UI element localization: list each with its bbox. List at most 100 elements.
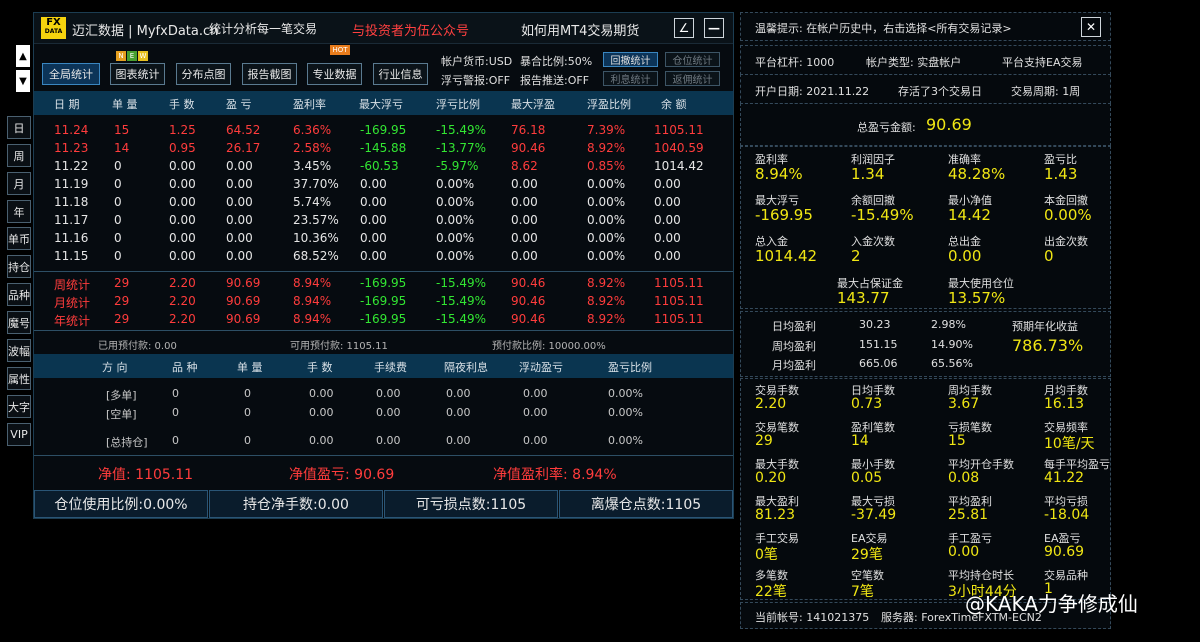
- scroll-up-arrow[interactable]: ▲: [16, 45, 30, 67]
- distribution-button[interactable]: 分布点图: [176, 63, 231, 85]
- cell-max-loss: -169.95: [360, 294, 407, 308]
- col-balance: 余 额: [661, 98, 687, 111]
- average-profit-section: 日均盈利 30.23 2.98% 周均盈利 151.15 14.90% 月均盈利…: [740, 311, 1111, 377]
- cell-pl: 0.00: [226, 249, 253, 263]
- nav-year[interactable]: 年: [7, 200, 31, 223]
- table-row[interactable]: 11.16 0 0.00 0.00 10.36% 0.00 0.00% 0.00 0.00% 0.…: [34, 229, 733, 247]
- global-stats-button[interactable]: 全局统计: [42, 63, 100, 85]
- account-summary-panel: 温馨提示: 在帐户历史中，右击选择<所有交易记录> ✕ 平台杠杆: 1000 帐…: [740, 12, 1111, 629]
- cell-rate: 5.74%: [293, 195, 332, 209]
- cell-lots: 0.00: [309, 387, 334, 400]
- cell-max-loss: 0.00: [360, 177, 387, 191]
- cell-pl: 90.69: [226, 294, 261, 308]
- table-row[interactable]: 11.18 0 0.00 0.00 5.74% 0.00 0.00% 0.00 0.00% 0.0…: [34, 193, 733, 211]
- cell-swap: 0.00: [446, 387, 471, 400]
- loss-points-box: 可亏损点数:1105: [384, 490, 558, 518]
- edit-icon[interactable]: ∠: [674, 18, 694, 38]
- position-row[interactable]: [总持仓] 0 0 0.00 0.00 0.00 0.00 0.00%: [34, 432, 733, 450]
- col-max-gain: 最大浮盈: [511, 98, 555, 111]
- cell-loss-ratio: 0.00%: [436, 177, 475, 191]
- cell-rate: 2.58%: [293, 141, 332, 155]
- net-lots-box: 持仓净手数:0.00: [209, 490, 383, 518]
- interest-stats-button[interactable]: 利息统计: [603, 71, 658, 86]
- nav-vip[interactable]: VIP: [7, 423, 31, 446]
- industry-info-button[interactable]: 行业信息: [373, 63, 428, 85]
- report-push: 报告推送:OFF: [520, 74, 590, 87]
- cell-max-gain: 90.46: [511, 294, 546, 308]
- rebate-stats-button[interactable]: 返佣统计: [665, 71, 720, 86]
- cell-balance: 1014.42: [654, 159, 704, 173]
- stat-value: 90.69: [1044, 544, 1085, 560]
- table-row[interactable]: 11.15 0 0.00 0.00 68.52% 0.00 0.00% 0.00 0.00% 0.…: [34, 247, 733, 265]
- mt4-futures-link[interactable]: 如何用MT4交易期货: [521, 20, 639, 39]
- account-info-row2: 开户日期: 2021.11.22 存活了3个交易日 交易周期: 1周: [740, 74, 1111, 104]
- chart-stats-button[interactable]: 图表统计: [110, 63, 165, 85]
- promo-link[interactable]: 与投资者为伍公众号: [352, 20, 469, 39]
- cell-gain-ratio: 0.00%: [587, 195, 626, 209]
- daily-avg-value: 30.23: [859, 318, 891, 331]
- cell-floating-pl: 0.00: [523, 387, 548, 400]
- cell-max-loss: -145.88: [360, 141, 407, 155]
- days-alive: 存活了3个交易日: [898, 85, 982, 98]
- cell-gain-ratio: 8.92%: [587, 276, 626, 290]
- nav-single-currency[interactable]: 单币: [7, 227, 31, 250]
- cell-symbol: 0: [172, 434, 179, 447]
- daily-avg-label: 日均盈利: [772, 320, 816, 333]
- cell-floating-pl: 0.00: [523, 434, 548, 447]
- nav-magic[interactable]: 魔号: [7, 311, 31, 334]
- pro-data-button[interactable]: 专业数据: [307, 63, 362, 85]
- cell-pl: 26.17: [226, 141, 261, 155]
- summary-row[interactable]: 年统计 29 2.20 90.69 8.94% -169.95 -15.49% 90.46 8.…: [34, 310, 733, 328]
- nav-attribute[interactable]: 属性: [7, 367, 31, 390]
- cell-loss-ratio: -15.49%: [436, 312, 487, 326]
- nav-range[interactable]: 波幅: [7, 339, 31, 362]
- close-icon[interactable]: ✕: [1081, 17, 1101, 37]
- table-row[interactable]: 11.19 0 0.00 0.00 37.70% 0.00 0.00% 0.00 0.00% 0.…: [34, 175, 733, 193]
- title-bar: FX DATA 迈汇数据 | MyfxData.cn 统计分析每一笔交易 与投资者…: [34, 13, 733, 44]
- scroll-down-arrow[interactable]: ▼: [16, 70, 30, 92]
- stat-value: 0.08: [948, 470, 980, 486]
- cell-date: 周统计: [54, 278, 91, 292]
- account-number: 当前帐号: 141021375: [755, 611, 870, 624]
- table-row[interactable]: 11.17 0 0.00 0.00 23.57% 0.00 0.00% 0.00 0.00% 0.…: [34, 211, 733, 229]
- position-row[interactable]: [空单] 0 0 0.00 0.00 0.00 0.00 0.00%: [34, 404, 733, 422]
- minimize-icon[interactable]: —: [704, 18, 724, 38]
- position-row[interactable]: [多单] 0 0 0.00 0.00 0.00 0.00 0.00%: [34, 385, 733, 403]
- cell-max-gain: 0.00: [511, 177, 538, 191]
- position-stats-button[interactable]: 仓位统计: [665, 52, 720, 67]
- cell-lots: 0.00: [169, 159, 196, 173]
- used-margin: 已用预付款: 0.00: [98, 341, 177, 352]
- new-badge-w: W: [138, 51, 148, 61]
- tip-text: 温馨提示: 在帐户历史中，右击选择<所有交易记录>: [755, 22, 1012, 35]
- nav-month[interactable]: 月: [7, 172, 31, 195]
- stat-value: 0.73: [851, 396, 883, 412]
- cell-max-gain: 0.00: [511, 213, 538, 227]
- cell-count: 29: [114, 294, 130, 308]
- col-date: 日 期: [54, 98, 80, 111]
- stat-value: 81.23: [755, 507, 796, 523]
- nav-big-font[interactable]: 大字: [7, 395, 31, 418]
- drawdown-stats-button[interactable]: 回撤统计: [603, 52, 658, 67]
- cell-max-loss: -60.53: [360, 159, 399, 173]
- nav-positions[interactable]: 持仓: [7, 255, 31, 278]
- nav-day[interactable]: 日: [7, 116, 31, 139]
- cell-orders: 0: [244, 387, 251, 400]
- col-orders: 单 量: [237, 361, 263, 374]
- summary-row[interactable]: 周统计 29 2.20 90.69 8.94% -169.95 -15.49% 90.46 8.…: [34, 274, 733, 292]
- stats-panel: FX DATA 迈汇数据 | MyfxData.cn 统计分析每一笔交易 与投资者…: [33, 12, 734, 519]
- table-row[interactable]: 11.24 15 1.25 64.52 6.36% -169.95 -15.49% 76.18…: [34, 121, 733, 139]
- cell-rate: 37.70%: [293, 177, 339, 191]
- summary-row[interactable]: 月统计 29 2.20 90.69 8.94% -169.95 -15.49% 90.46 8.…: [34, 292, 733, 310]
- cell-swap: 0.00: [446, 434, 471, 447]
- monthly-avg-label: 月均盈利: [772, 359, 816, 372]
- cell-orders: 0: [244, 406, 251, 419]
- cell-rate: 8.94%: [293, 312, 332, 326]
- table-row[interactable]: 11.22 0 0.00 0.00 3.45% -60.53 -5.97% 8.62 0.85%…: [34, 157, 733, 175]
- col-lots: 手 数: [307, 361, 333, 374]
- stat-value: 8.94%: [755, 165, 803, 183]
- report-screenshot-button[interactable]: 报告截图: [242, 63, 297, 85]
- nav-week[interactable]: 周: [7, 144, 31, 167]
- core-stats-section: 盈利率 8.94% 利润因子 1.34 准确率 48.28% 盈亏比 1.43 最大浮亏 -169…: [740, 146, 1111, 309]
- nav-symbol[interactable]: 品种: [7, 283, 31, 306]
- table-row[interactable]: 11.23 14 0.95 26.17 2.58% -145.88 -13.77% 90.46…: [34, 139, 733, 157]
